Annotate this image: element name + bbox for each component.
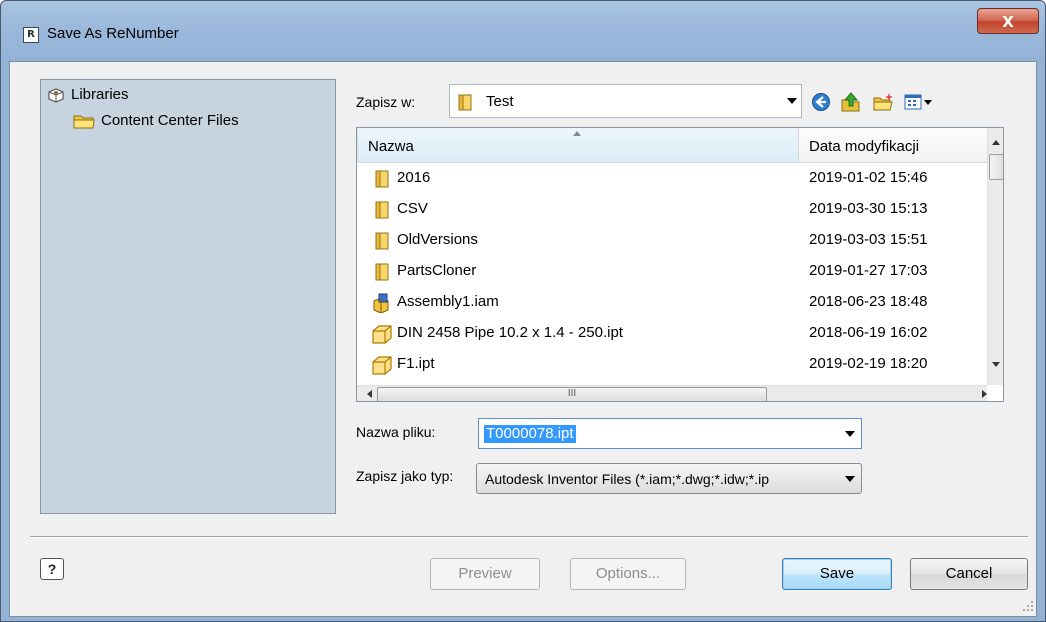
title-bar[interactable]: R Save As ReNumber X <box>1 1 1045 61</box>
file-rows: 2016 2019-01-02 15:46 CSV 2019-03-30 15:… <box>357 162 987 379</box>
table-row[interactable]: OldVersions 2019-03-03 15:51 <box>357 224 987 255</box>
libraries-root-item[interactable]: Libraries <box>47 86 129 103</box>
app-icon: R <box>23 27 39 43</box>
up-folder-icon[interactable] <box>840 92 862 112</box>
file-type-value: Autodesk Inventor Files (*.iam;*.dwg;*.i… <box>485 471 770 487</box>
file-name-input[interactable]: T0000078.ipt <box>478 418 862 449</box>
dialog-client-area: Libraries Content Center Files Zapisz w:… <box>9 61 1037 617</box>
table-row[interactable]: Assembly1.iam 2018-06-23 18:48 <box>357 286 987 317</box>
folder-icon <box>375 201 389 219</box>
save-in-label: Zapisz w: <box>356 94 416 110</box>
sort-ascending-icon <box>573 131 581 136</box>
file-date-cell: 2019-03-03 15:51 <box>809 231 928 248</box>
horizontal-scrollbar[interactable]: III <box>357 385 987 401</box>
divider <box>30 536 1028 538</box>
save-in-value: Test <box>486 93 514 110</box>
file-list-header: Nazwa Data modyfikacji <box>357 128 987 163</box>
libraries-panel: Libraries Content Center Files <box>40 79 336 514</box>
libraries-label: Libraries <box>71 86 129 103</box>
column-header-name[interactable]: Nazwa <box>357 128 799 162</box>
scroll-up-icon[interactable] <box>992 140 1000 145</box>
file-type-select[interactable]: Autodesk Inventor Files (*.iam;*.dwg;*.i… <box>476 463 862 494</box>
folder-icon <box>375 170 389 188</box>
file-date-cell: 2019-02-19 18:20 <box>809 355 928 372</box>
chevron-down-icon[interactable] <box>845 431 855 437</box>
vertical-scroll-thumb[interactable] <box>989 154 1003 180</box>
table-row[interactable]: 2016 2019-01-02 15:46 <box>357 162 987 193</box>
options-button[interactable]: Options... <box>570 558 686 590</box>
new-folder-icon[interactable] <box>872 92 894 112</box>
file-name-cell: 2016 <box>397 169 431 186</box>
part-file-icon <box>372 325 392 344</box>
help-button[interactable]: ? <box>40 558 64 580</box>
scroll-down-icon[interactable] <box>992 362 1000 367</box>
file-name-cell: DIN 2458 Pipe 10.2 x 1.4 - 250.ipt <box>397 324 623 341</box>
file-name-cell: F1.ipt <box>397 355 435 372</box>
table-row[interactable]: F1.ipt 2019-02-19 18:20 <box>357 348 987 379</box>
save-as-dialog: R Save As ReNumber X Libraries Content C… <box>0 0 1046 622</box>
file-date-cell: 2019-03-30 15:13 <box>809 200 928 217</box>
back-icon[interactable] <box>810 92 832 112</box>
file-list[interactable]: Nazwa Data modyfikacji 2016 2019-01-02 1… <box>356 127 1004 402</box>
resize-grip-icon[interactable] <box>1022 600 1034 612</box>
file-name-cell: CSV <box>397 200 428 217</box>
save-in-combo[interactable]: Test <box>449 84 802 118</box>
table-row[interactable]: CSV 2019-03-30 15:13 <box>357 193 987 224</box>
file-type-label: Zapisz jako typ: <box>356 468 454 484</box>
horizontal-scroll-thumb[interactable]: III <box>377 387 767 401</box>
library-item-label: Content Center Files <box>101 112 239 129</box>
part-file-icon <box>372 356 392 375</box>
preview-button[interactable]: Preview <box>430 558 540 590</box>
folder-icon <box>73 115 95 128</box>
column-header-date[interactable]: Data modyfikacji <box>799 128 987 162</box>
window-title: Save As ReNumber <box>47 25 179 42</box>
file-date-cell: 2018-06-19 16:02 <box>809 324 928 341</box>
file-date-cell: 2019-01-02 15:46 <box>809 169 928 186</box>
libraries-icon <box>48 87 64 103</box>
library-item-content-center[interactable]: Content Center Files <box>73 112 239 129</box>
file-name-cell: OldVersions <box>397 231 478 248</box>
view-menu-icon[interactable] <box>904 92 934 112</box>
chevron-down-icon <box>845 476 855 482</box>
file-name-label: Nazwa pliku: <box>356 424 436 440</box>
folder-icon <box>458 94 472 111</box>
close-button[interactable]: X <box>977 8 1039 34</box>
save-button[interactable]: Save <box>782 558 892 590</box>
scroll-right-icon[interactable] <box>982 390 987 398</box>
vertical-scrollbar[interactable] <box>987 128 1003 385</box>
file-name-value: T0000078.ipt <box>484 425 576 443</box>
table-row[interactable]: DIN 2458 Pipe 10.2 x 1.4 - 250.ipt 2018-… <box>357 317 987 348</box>
chevron-down-icon <box>787 98 797 104</box>
scroll-left-icon[interactable] <box>367 390 372 398</box>
file-date-cell: 2019-01-27 17:03 <box>809 262 928 279</box>
folder-icon <box>375 263 389 281</box>
file-date-cell: 2018-06-23 18:48 <box>809 293 928 310</box>
file-name-cell: PartsCloner <box>397 262 477 279</box>
assembly-file-icon <box>373 293 389 313</box>
folder-icon <box>375 232 389 250</box>
cancel-button[interactable]: Cancel <box>910 558 1028 590</box>
table-row[interactable]: PartsCloner 2019-01-27 17:03 <box>357 255 987 286</box>
column-header-date-label: Data modyfikacji <box>809 138 920 155</box>
column-header-name-label: Nazwa <box>368 138 414 155</box>
file-name-cell: Assembly1.iam <box>397 293 499 310</box>
